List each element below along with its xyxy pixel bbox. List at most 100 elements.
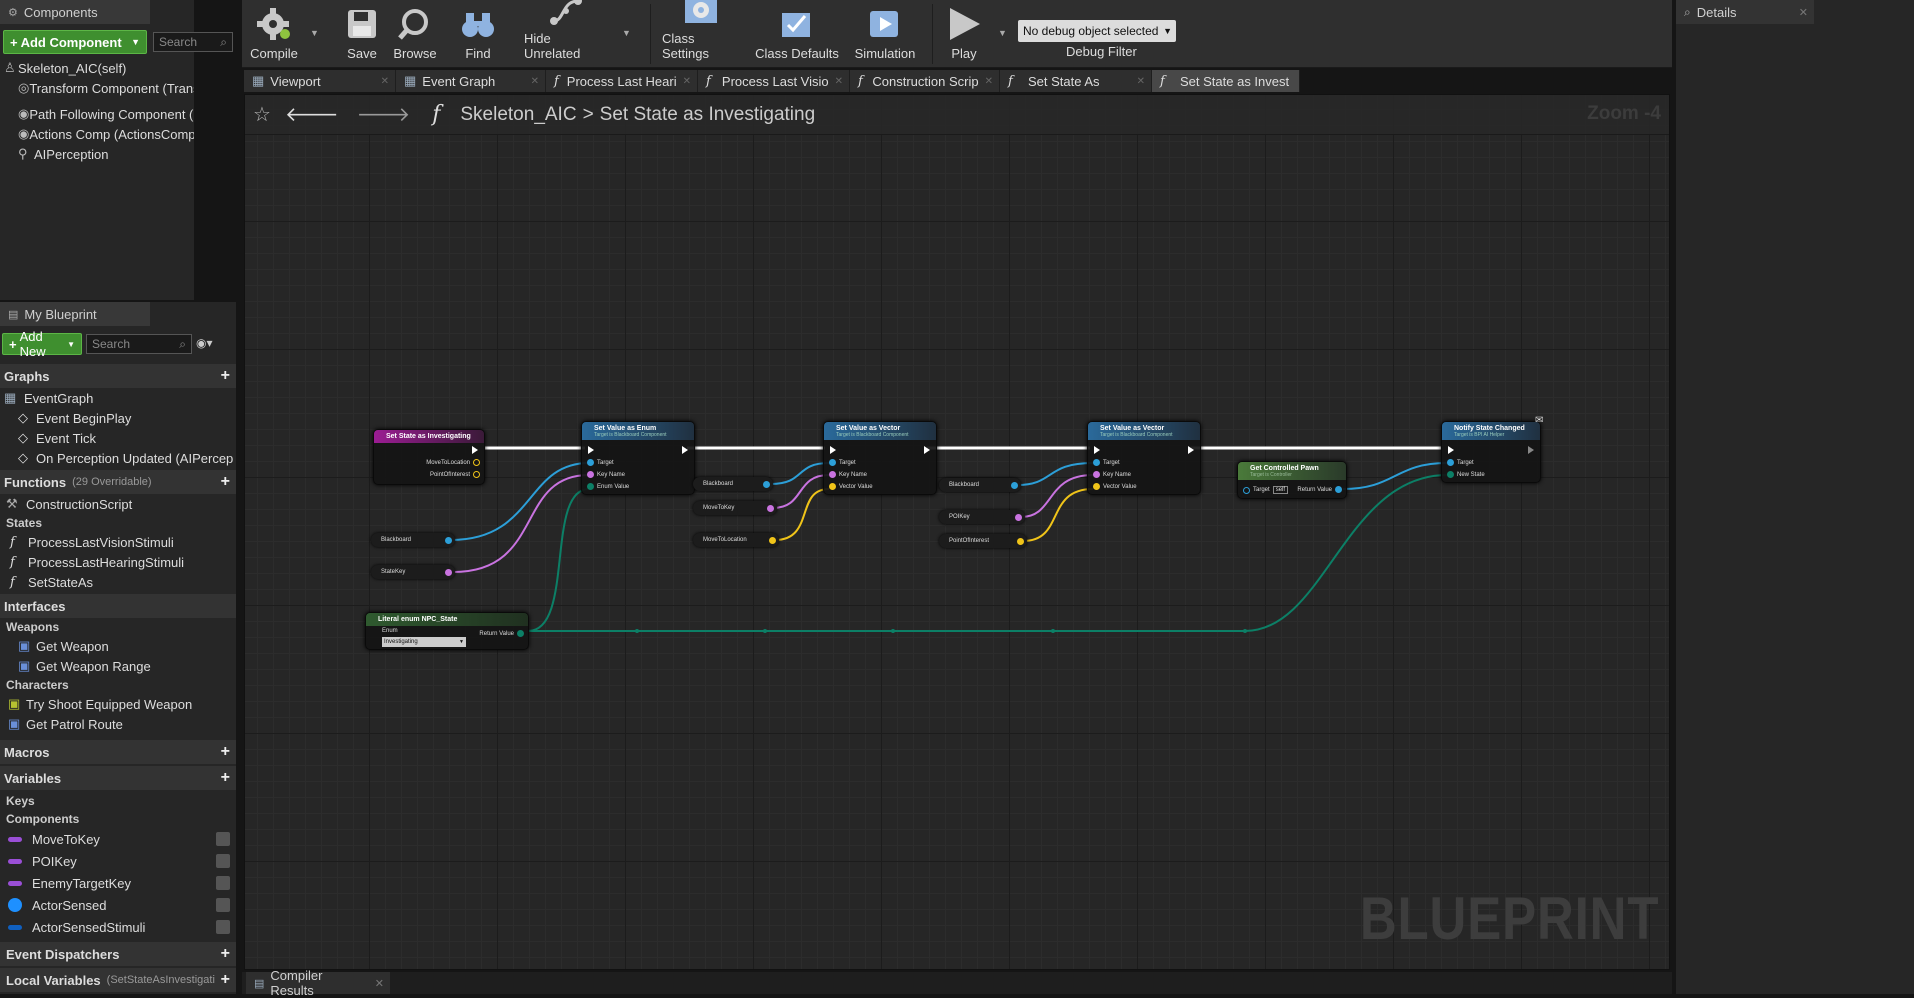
my-blueprint-tab[interactable]: ▤ My Blueprint [0, 302, 150, 326]
add-new-label: Add New [19, 329, 46, 359]
component-item[interactable]: ♙ Skeleton_AIC(self) [4, 58, 194, 78]
variables-section[interactable]: Variables + [0, 766, 236, 790]
event-dispatchers-section[interactable]: Event Dispatchers + [0, 942, 236, 966]
event-graph-item[interactable]: ▦ EventGraph [0, 388, 236, 408]
add-dispatcher-plus-icon[interactable]: + [221, 945, 230, 963]
variable-visibility-toggle[interactable] [216, 832, 230, 846]
interface-function-item[interactable]: ▣ Get Weapon Range [0, 656, 236, 676]
variable-visibility-toggle[interactable] [216, 920, 230, 934]
graphs-section[interactable]: Graphs + [0, 364, 236, 388]
close-icon[interactable]: ✕ [683, 76, 691, 87]
toolbar-divider [932, 4, 933, 64]
components-tab[interactable]: ⚙ Components [0, 0, 150, 24]
tab-process-last-vision[interactable]: f Process Last Visio ✕ [698, 70, 850, 92]
interface-function-label: Get Weapon [36, 638, 109, 654]
components-search-placeholder: Search [159, 35, 198, 49]
graph-canvas[interactable]: ☆ 🡐 🡒 f Skeleton_AIC > Set State as Inve… [244, 94, 1670, 970]
play-button[interactable]: Play [942, 0, 986, 64]
compiler-results-tab[interactable]: ▤ Compiler Results ✕ [246, 968, 390, 998]
compile-button[interactable]: Compile [244, 0, 304, 64]
components-category[interactable]: Components [0, 810, 236, 828]
compile-options-chevron-icon[interactable]: ▼ [310, 28, 319, 38]
close-icon[interactable]: ✕ [985, 76, 993, 87]
save-button[interactable]: Save [342, 0, 382, 64]
tab-viewport[interactable]: ▦ Viewport ✕ [244, 70, 396, 92]
variable-item[interactable]: MoveToKey [0, 828, 236, 850]
component-item[interactable]: ◎Transform Component (TransformCo [4, 78, 194, 98]
add-new-button[interactable]: + Add New ▼ [2, 329, 82, 359]
local-variables-section[interactable]: Local Variables (SetStateAsInvestigati + [0, 968, 236, 992]
details-panel: ⌕ Details ✕ [1676, 0, 1914, 994]
visibility-eye-icon[interactable]: ◉▾ [196, 336, 213, 350]
event-item[interactable]: ◇ Event Tick [0, 428, 236, 448]
close-icon[interactable]: ✕ [381, 76, 389, 87]
components-search-input[interactable]: Search ⌕ [153, 32, 233, 52]
component-item[interactable]: ⚲ AIPerception [4, 144, 194, 164]
event-item[interactable]: ◇ Event BeginPlay [0, 408, 236, 428]
interface-function-item[interactable]: ▣ Try Shoot Equipped Weapon [0, 694, 236, 714]
add-macro-plus-icon[interactable]: + [221, 743, 230, 761]
close-icon[interactable]: ✕ [1799, 6, 1808, 19]
component-item[interactable]: ◉Path Following Component (PathFo [4, 104, 194, 124]
class-settings-label: Class Settings [662, 31, 709, 61]
my-blueprint-search-input[interactable]: Search ⌕ [86, 334, 192, 354]
interfaces-section[interactable]: Interfaces [0, 594, 236, 618]
tab-label: Viewport [270, 73, 321, 89]
add-variable-plus-icon[interactable]: + [221, 769, 230, 787]
construction-script-item[interactable]: ⚒ ConstructionScript [0, 494, 236, 514]
class-settings-button[interactable]: Class Settings [662, 0, 742, 64]
close-icon[interactable]: ✕ [375, 977, 384, 990]
tab-process-last-hearing[interactable]: f Process Last Heari ✕ [546, 70, 698, 92]
hide-unrelated-chevron-icon[interactable]: ▼ [622, 28, 631, 38]
perception-icon: ⚲ [18, 146, 28, 161]
weapons-category[interactable]: Weapons [0, 618, 236, 636]
close-icon[interactable]: ✕ [1137, 76, 1145, 87]
variable-item[interactable]: ActorSensedStimuli [0, 916, 236, 938]
function-item[interactable]: f SetStateAs [0, 572, 236, 592]
tab-event-graph[interactable]: ▦ Event Graph ✕ [396, 70, 546, 92]
simulation-button[interactable]: Simulation [852, 0, 918, 64]
states-category[interactable]: States [0, 514, 236, 532]
tab-set-state-as[interactable]: f Set State As ✕ [1000, 70, 1152, 92]
tab-construction-script[interactable]: f Construction Scrip ✕ [850, 70, 1000, 92]
tab-set-state-as-investigating[interactable]: f Set State as Invest [1152, 70, 1300, 92]
variable-visibility-toggle[interactable] [216, 876, 230, 890]
details-tab[interactable]: ⌕ Details ✕ [1676, 0, 1814, 24]
event-diamond-icon: ◇ [18, 450, 28, 465]
variable-item[interactable]: POIKey [0, 850, 236, 872]
functions-section[interactable]: Functions (29 Overridable) + [0, 470, 236, 494]
add-graph-plus-icon[interactable]: + [221, 367, 230, 385]
variable-item[interactable]: ActorSensed [0, 894, 236, 916]
hide-unrelated-button[interactable]: Hide Unrelated [524, 0, 610, 64]
class-defaults-button[interactable]: Class Defaults [754, 0, 840, 64]
function-item[interactable]: f ProcessLastHearingStimuli [0, 552, 236, 572]
browse-label: Browse [393, 46, 437, 61]
add-function-plus-icon[interactable]: + [221, 473, 230, 491]
variable-visibility-toggle[interactable] [216, 854, 230, 868]
macros-section[interactable]: Macros + [0, 740, 236, 764]
browse-button[interactable]: Browse [390, 0, 440, 64]
variable-visibility-toggle[interactable] [216, 898, 230, 912]
find-button[interactable]: Find [458, 0, 498, 64]
plus-icon: + [10, 34, 18, 50]
interface-function-icon: ▣ [8, 716, 21, 731]
add-component-button[interactable]: + Add Component ▼ [3, 30, 147, 54]
add-local-variable-plus-icon[interactable]: + [221, 971, 230, 989]
close-icon[interactable]: ✕ [531, 76, 539, 87]
characters-category[interactable]: Characters [0, 676, 236, 694]
interface-function-item[interactable]: ▣ Get Weapon [0, 636, 236, 656]
event-item[interactable]: ◇ On Perception Updated (AIPercep [0, 448, 236, 468]
keys-category[interactable]: Keys [0, 792, 236, 810]
close-icon[interactable]: ✕ [835, 76, 843, 87]
macros-label: Macros [4, 744, 50, 760]
debug-object-select[interactable]: No debug object selected ▼ [1018, 20, 1176, 42]
variable-item[interactable]: EnemyTargetKey [0, 872, 236, 894]
my-blueprint-title: My Blueprint [24, 306, 97, 322]
component-label: Skeleton_AIC(self) [18, 60, 127, 76]
play-options-chevron-icon[interactable]: ▼ [998, 28, 1007, 38]
function-item[interactable]: f ProcessLastVisionStimuli [0, 532, 236, 552]
interface-function-item[interactable]: ▣ Get Patrol Route [0, 714, 236, 734]
variable-type-icon [8, 836, 22, 842]
functions-label: Functions [4, 474, 67, 490]
component-item[interactable]: ◉Actions Comp (ActionsComp) (Inheri [4, 124, 194, 144]
